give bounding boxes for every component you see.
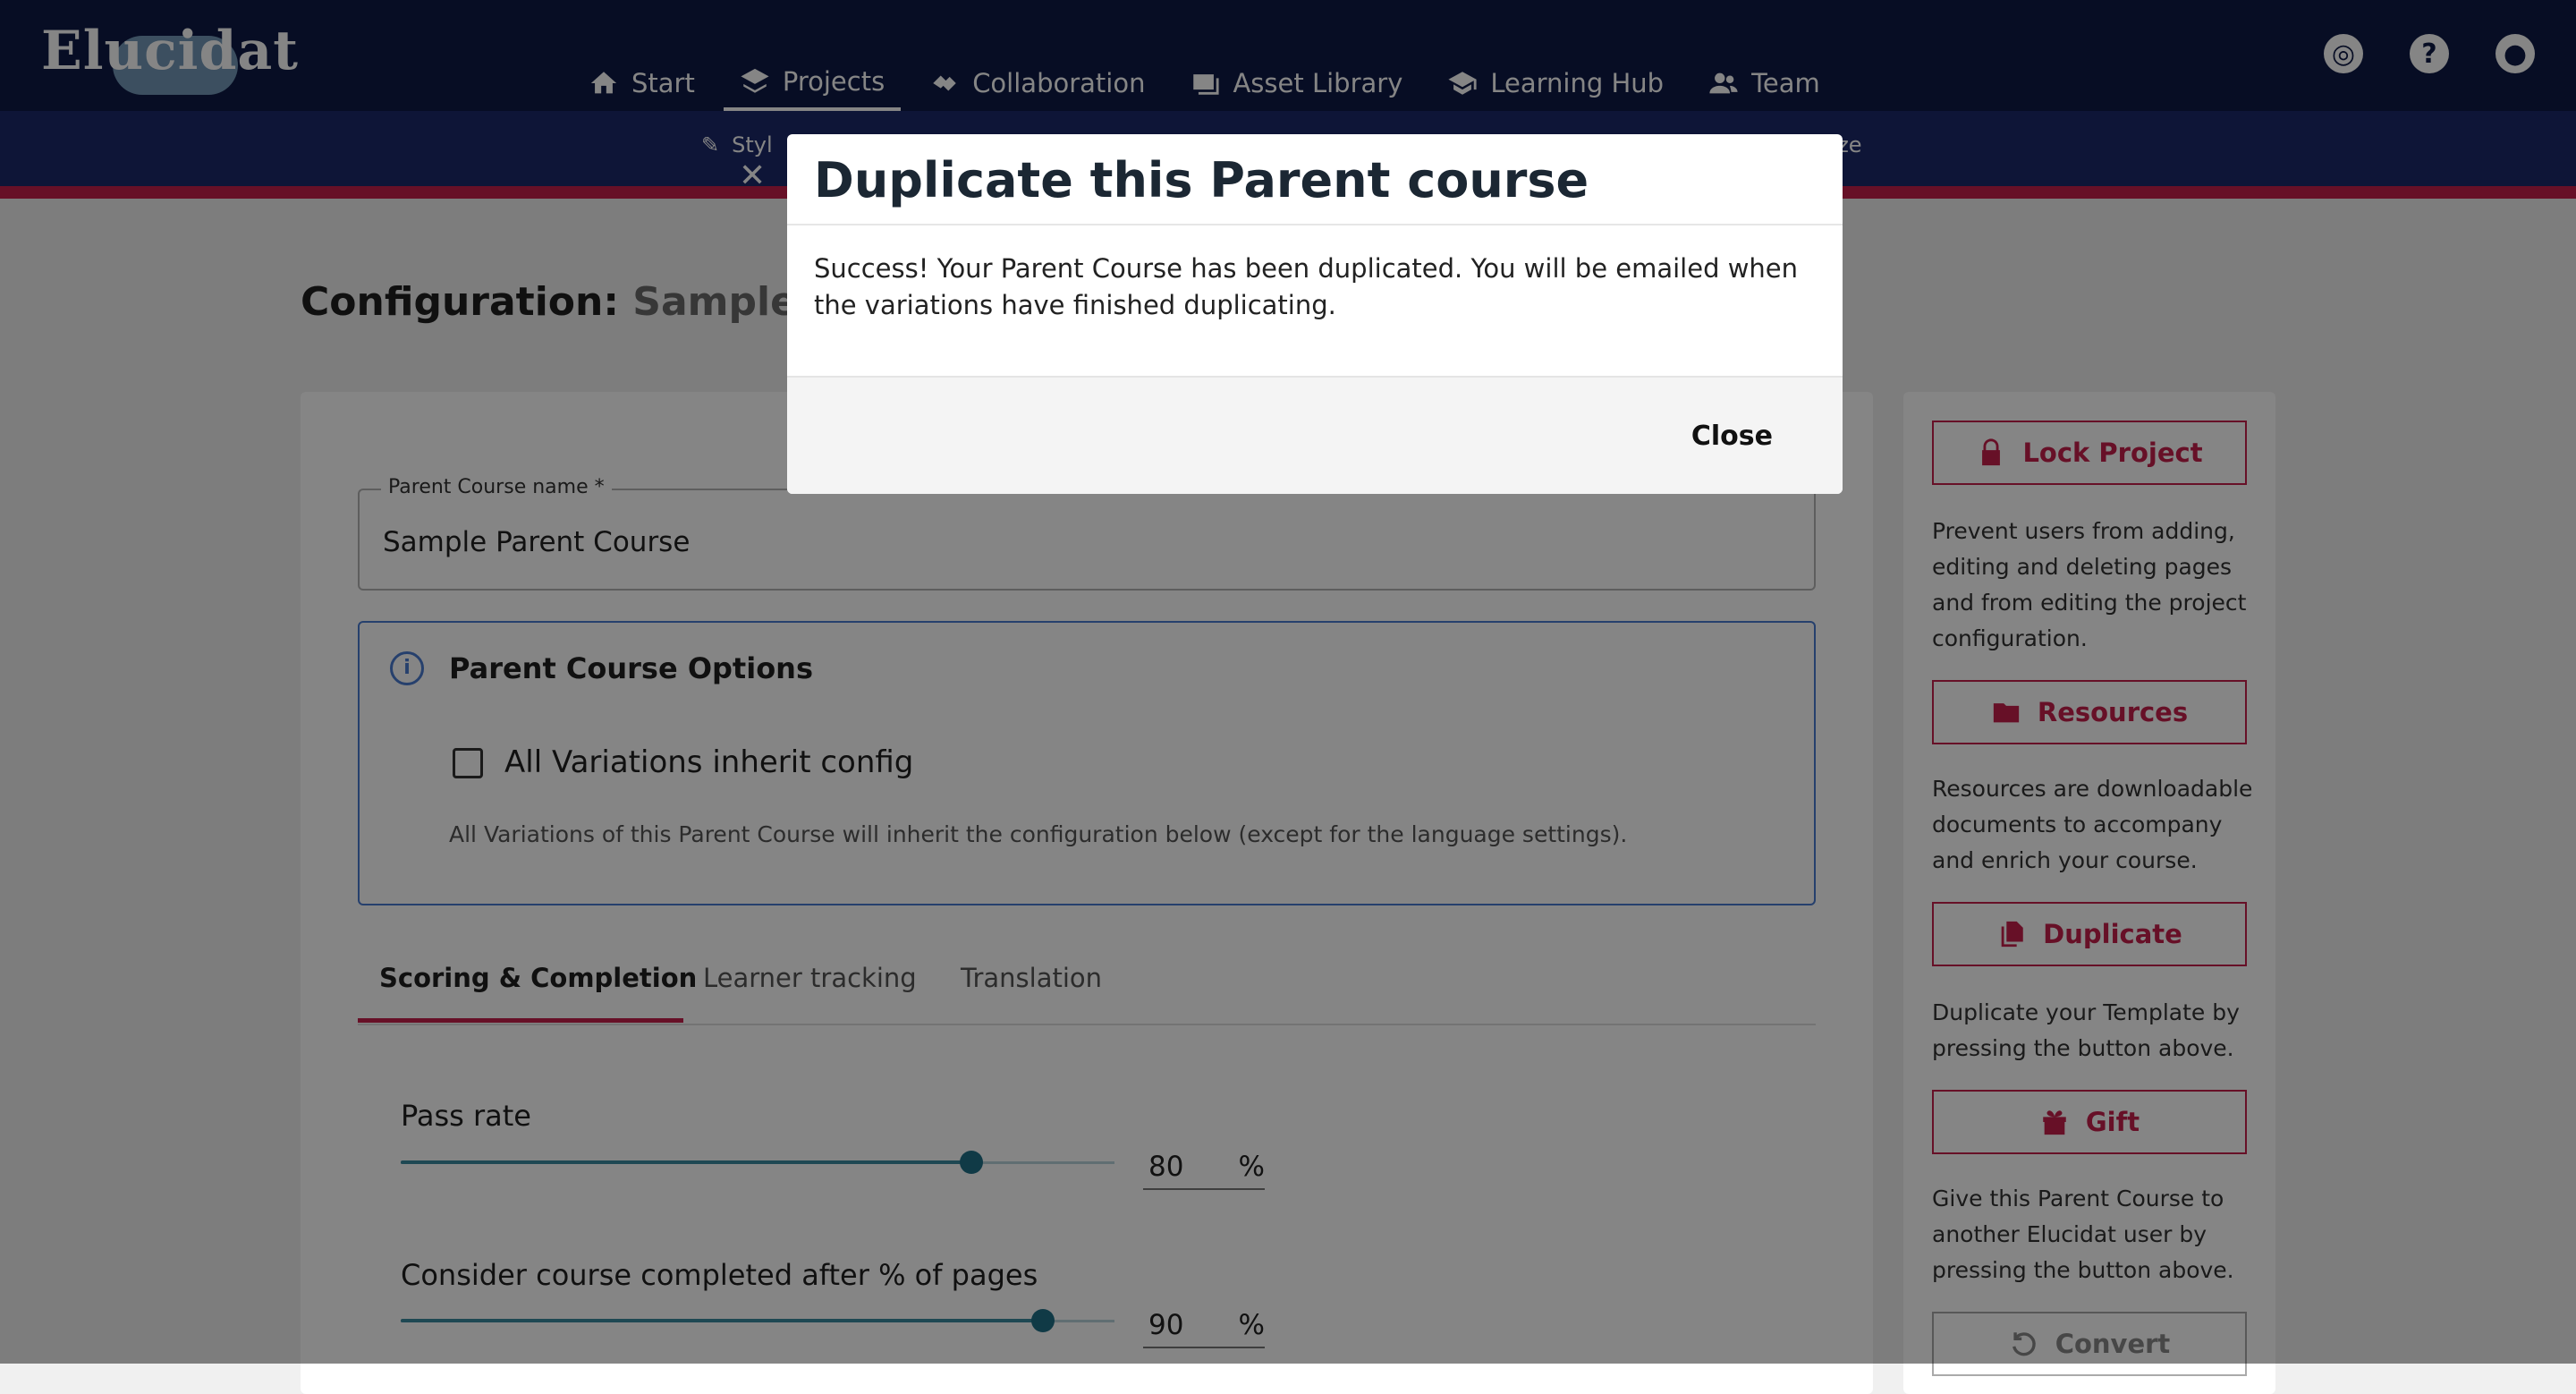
close-button[interactable]: Close	[1691, 421, 1773, 452]
duplicate-dialog: Duplicate this Parent course Success! Yo…	[787, 134, 1843, 494]
dialog-title: Duplicate this Parent course	[814, 152, 1589, 208]
dialog-footer: Close	[787, 376, 1843, 494]
dialog-header: Duplicate this Parent course	[787, 134, 1843, 225]
dialog-message: Success! Your Parent Course has been dup…	[814, 253, 1799, 320]
